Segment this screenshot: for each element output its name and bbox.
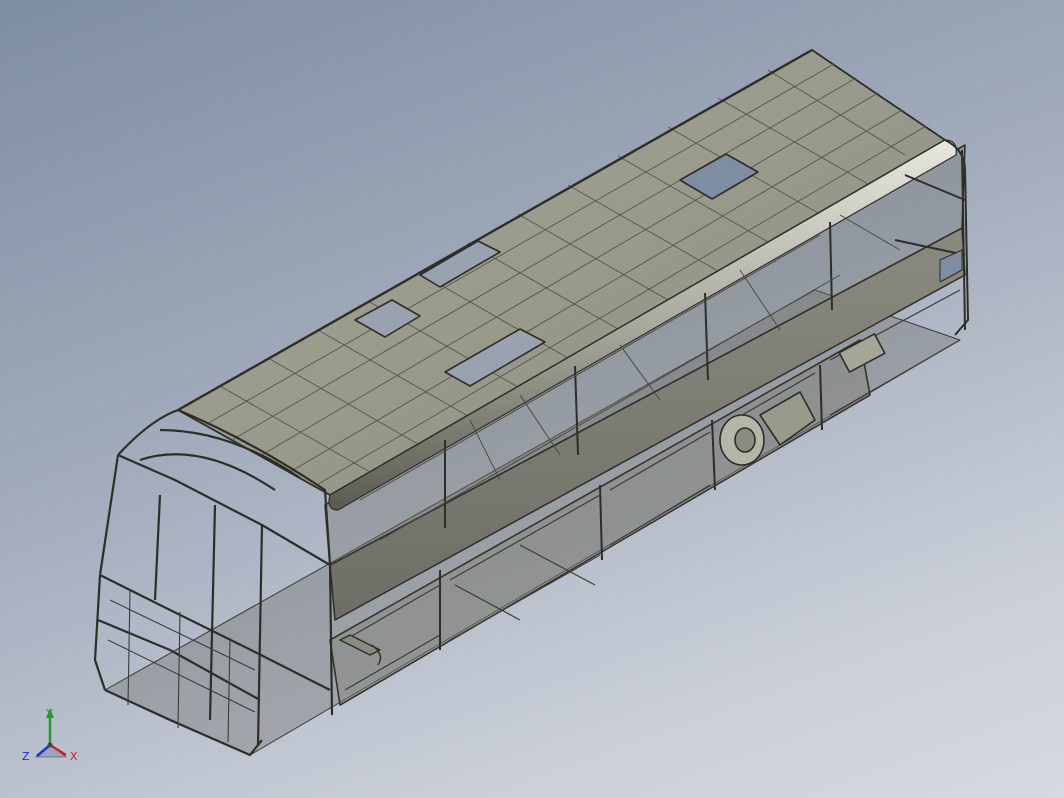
cad-viewport[interactable]: Y X Z xyxy=(0,0,1064,798)
coordinate-triad: Y X Z xyxy=(22,707,78,763)
triad-origin xyxy=(47,742,53,748)
x-axis-label: X xyxy=(70,750,78,763)
z-axis-label: Z xyxy=(22,750,30,763)
y-axis-label: Y xyxy=(45,707,53,720)
bus-frame-model[interactable] xyxy=(93,48,969,757)
